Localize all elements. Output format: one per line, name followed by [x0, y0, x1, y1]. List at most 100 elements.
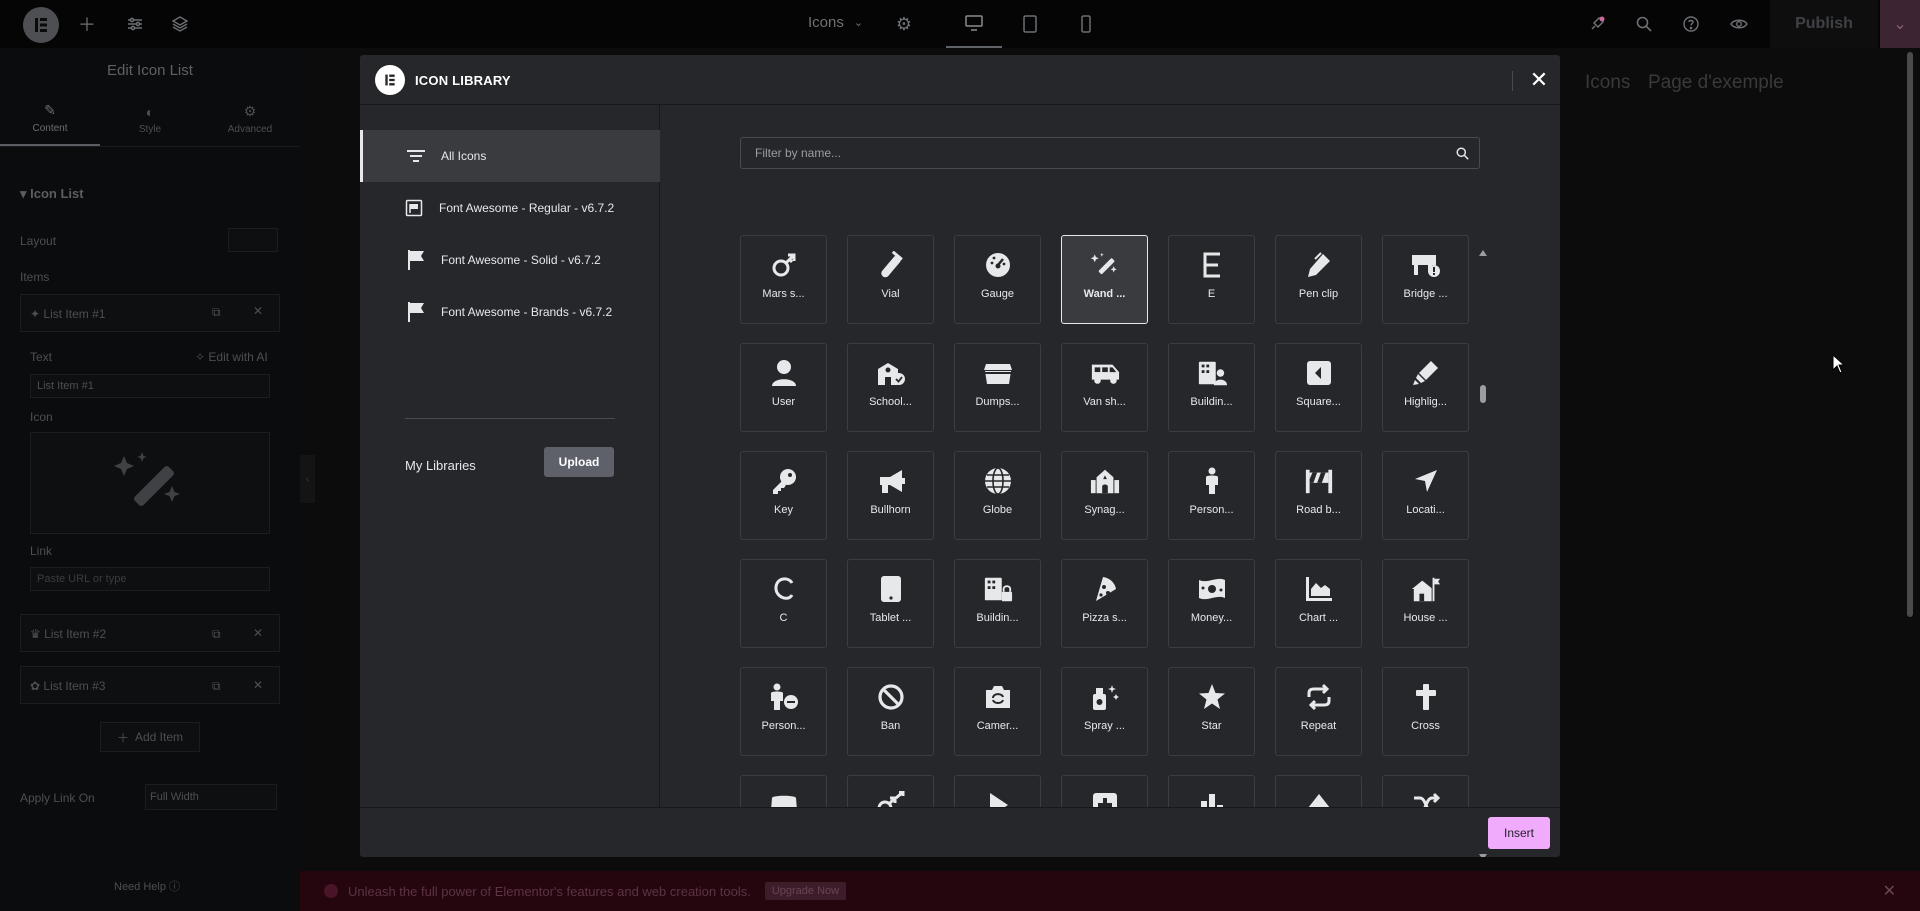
icon-tile-gauge[interactable]: Gauge — [954, 235, 1041, 324]
add-item-button[interactable]: ＋ Add Item — [100, 722, 200, 752]
icon-tile-vial[interactable]: Vial — [847, 235, 934, 324]
upgrade-now-button[interactable]: Upgrade Now — [764, 882, 847, 900]
icon-tile-ban[interactable]: Ban — [847, 667, 934, 756]
remove-icon[interactable]: ✕ — [253, 626, 263, 640]
preview-eye-icon[interactable] — [1727, 12, 1751, 36]
icon-tile-label: E — [1207, 288, 1216, 300]
icon-tile-shuffle[interactable] — [1382, 775, 1469, 807]
icon-tile-square-plus[interactable] — [1061, 775, 1148, 807]
icon-tile-star[interactable]: Star — [1168, 667, 1255, 756]
icon-tile-label: Person... — [761, 720, 806, 732]
library-item-fa-regular[interactable]: Font Awesome - Regular - v6.7.2 — [360, 182, 660, 234]
icon-tile-person-circle-minus[interactable]: Person... — [740, 667, 827, 756]
icon-tile-house-flag[interactable]: House ... — [1382, 559, 1469, 648]
icon-tile-play[interactable] — [954, 775, 1041, 807]
icon-tile-repeat[interactable]: Repeat — [1275, 667, 1362, 756]
icon-tile-globe[interactable]: Globe — [954, 451, 1041, 540]
icon-tile-c[interactable]: C — [740, 559, 827, 648]
modal-title: ICON LIBRARY — [415, 73, 511, 88]
icon-tile-highlighter[interactable]: Highlig... — [1382, 343, 1469, 432]
icon-grid-scrollbar[interactable] — [1478, 250, 1488, 857]
help-icon[interactable] — [1679, 12, 1703, 36]
library-item-fa-solid[interactable]: Font Awesome - Solid - v6.7.2 — [360, 234, 660, 286]
flag-regular-icon — [403, 199, 425, 217]
notifications-rocket-icon[interactable] — [1585, 12, 1609, 36]
pizza-slice-icon — [1090, 574, 1120, 604]
icon-tile-tablet-button[interactable]: Tablet ... — [847, 559, 934, 648]
icon-tile-location-arrow[interactable]: Locati... — [1382, 451, 1469, 540]
icon-tile-mars-stroke[interactable]: Mars s... — [740, 235, 827, 324]
mobile-view-tab[interactable] — [1058, 0, 1114, 48]
close-icon[interactable]: ✕ — [1525, 66, 1553, 94]
icon-tile-building-user[interactable]: Buildin... — [1168, 343, 1255, 432]
icon-tile-camera-rotate[interactable]: Camer... — [954, 667, 1041, 756]
icon-tile-road-barrier[interactable]: Road b... — [1275, 451, 1362, 540]
tablet-view-tab[interactable] — [1002, 0, 1058, 48]
need-help-link[interactable]: Need Help ⓘ — [114, 878, 180, 894]
scroll-thumb[interactable] — [1480, 385, 1486, 403]
page-settings-gear-icon[interactable]: ⚙ — [892, 12, 916, 36]
icon-tile-eject[interactable] — [1275, 775, 1362, 807]
modal-header: ICON LIBRARY ✕ — [360, 55, 1560, 105]
icon-tile-school-circle-check[interactable]: School... — [847, 343, 934, 432]
icon-tile-cross[interactable]: Cross — [1382, 667, 1469, 756]
list-item-1-text: List Item #1 — [43, 307, 106, 321]
structure-layers-icon[interactable] — [168, 12, 192, 36]
icon-tile-e[interactable]: E — [1168, 235, 1255, 324]
icon-tile-user[interactable]: User — [740, 343, 827, 432]
square-caret-left-icon — [1304, 358, 1334, 388]
duplicate-icon[interactable]: ⧉ — [212, 305, 221, 320]
icon-tile-bullhorn[interactable]: Bullhorn — [847, 451, 934, 540]
scroll-up-arrow-icon[interactable] — [1479, 250, 1487, 256]
duplicate-icon[interactable]: ⧉ — [212, 679, 221, 694]
icon-tile-bridge-circle-exclamation[interactable]: Bridge ... — [1382, 235, 1469, 324]
remove-icon[interactable]: ✕ — [253, 304, 263, 318]
desktop-view-tab[interactable] — [946, 0, 1002, 48]
icon-tile-spray-can-sparkles[interactable]: Spray ... — [1061, 667, 1148, 756]
icon-preview[interactable] — [30, 432, 270, 534]
layout-toggle[interactable] — [228, 228, 278, 252]
icon-tile-pen-clip[interactable]: Pen clip — [1275, 235, 1362, 324]
icon-tile-person[interactable]: Person... — [1168, 451, 1255, 540]
canvas-scrollbar[interactable] — [1907, 52, 1913, 617]
site-settings-icon[interactable] — [123, 12, 147, 36]
icon-tile-chart-area[interactable]: Chart ... — [1275, 559, 1362, 648]
modal-footer: Insert — [360, 807, 1560, 857]
icon-tile-label: Bullhorn — [870, 504, 911, 516]
tab-advanced[interactable]: ⚙ Advanced — [200, 92, 300, 146]
upload-button[interactable]: Upload — [544, 447, 614, 477]
publish-button[interactable]: Publish — [1770, 0, 1878, 48]
icon-tile-pizza-slice[interactable]: Pizza s... — [1061, 559, 1148, 648]
edit-with-ai-link[interactable]: ✧ Edit with AI — [195, 350, 268, 364]
icon-tile-wand-magic-sparkles[interactable]: Wand ... — [1061, 235, 1148, 324]
icon-tile-mars-double[interactable] — [847, 775, 934, 807]
icon-tile-building-lock[interactable]: Buildin... — [954, 559, 1041, 648]
collapse-panel-toggle[interactable]: ‹ — [300, 455, 315, 503]
tab-content[interactable]: ✎ Content — [0, 92, 100, 146]
icon-tile-square-caret-left[interactable]: Square... — [1275, 343, 1362, 432]
canvas-link-sample-page[interactable]: Page d'exemple — [1648, 72, 1784, 94]
search-field[interactable] — [740, 137, 1480, 169]
search-icon[interactable] — [1632, 12, 1656, 36]
duplicate-icon[interactable]: ⧉ — [212, 627, 221, 642]
icon-tile-key[interactable]: Key — [740, 451, 827, 540]
library-item-all-icons[interactable]: All Icons — [360, 130, 660, 182]
canvas-link-icons[interactable]: Icons — [1585, 72, 1630, 94]
tab-style[interactable]: ◐ Style — [100, 92, 200, 146]
remove-icon[interactable]: ✕ — [253, 678, 263, 692]
icon-tile-money-bill[interactable]: Money... — [1168, 559, 1255, 648]
icon-tile-synagogue[interactable]: Synag... — [1061, 451, 1148, 540]
icon-tile-chart-simple[interactable] — [1168, 775, 1255, 807]
close-promo-icon[interactable]: ✕ — [1883, 881, 1896, 901]
library-item-fa-brands[interactable]: Font Awesome - Brands - v6.7.2 — [360, 286, 660, 338]
elementor-logo-icon[interactable] — [23, 7, 59, 43]
icon-tile-dumpster[interactable]: Dumps... — [954, 343, 1041, 432]
insert-button[interactable]: Insert — [1488, 817, 1550, 849]
publish-options-chevron-icon[interactable]: ⌄ — [1880, 0, 1920, 48]
section-icon-list[interactable]: ▾ Icon List — [20, 186, 84, 202]
search-input[interactable] — [755, 146, 1456, 160]
add-element-icon[interactable]: ＋ — [75, 12, 99, 36]
page-select[interactable]: Icons ⌄ — [808, 14, 863, 31]
icon-tile-van-shuttle[interactable]: Van sh... — [1061, 343, 1148, 432]
icon-tile-truck[interactable] — [740, 775, 827, 807]
